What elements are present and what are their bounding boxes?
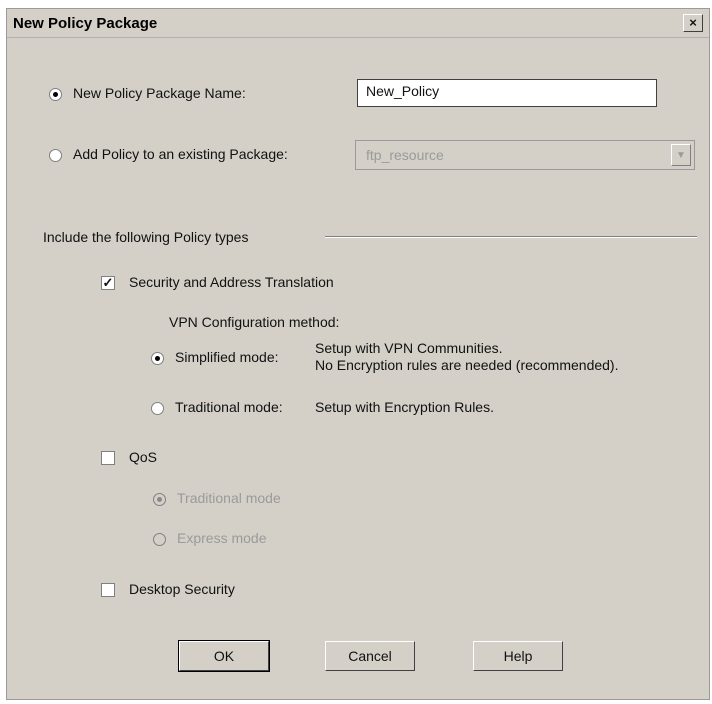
new-package-radio[interactable] (49, 88, 62, 101)
chevron-down-icon[interactable]: ▼ (671, 144, 691, 166)
new-package-label: New Policy Package Name: (73, 85, 246, 101)
cancel-button[interactable]: Cancel (325, 641, 415, 671)
existing-package-value: ftp_resource (366, 147, 444, 163)
ok-button[interactable]: OK (178, 640, 270, 672)
qos-traditional-radio[interactable] (153, 493, 166, 506)
traditional-mode-desc: Setup with Encryption Rules. (315, 399, 494, 415)
simplified-mode-label: Simplified mode: (175, 349, 279, 365)
qos-traditional-label: Traditional mode (177, 490, 281, 506)
close-icon[interactable]: × (683, 14, 703, 32)
simplified-mode-desc-1: Setup with VPN Communities. (315, 340, 503, 356)
qos-checkbox[interactable] (101, 451, 115, 465)
existing-package-label: Add Policy to an existing Package: (73, 146, 288, 162)
security-checkbox[interactable]: ✓ (101, 276, 115, 290)
security-label: Security and Address Translation (129, 274, 334, 290)
simplified-mode-desc-2: No Encryption rules are needed (recommen… (315, 357, 619, 373)
existing-package-radio[interactable] (49, 149, 62, 162)
traditional-mode-label: Traditional mode: (175, 399, 283, 415)
group-separator (325, 236, 697, 238)
title-bar[interactable]: New Policy Package × (7, 9, 709, 38)
traditional-mode-radio[interactable] (151, 402, 164, 415)
help-button[interactable]: Help (473, 641, 563, 671)
qos-label: QoS (129, 449, 158, 465)
desktop-security-label: Desktop Security (129, 581, 235, 597)
desktop-security-checkbox[interactable] (101, 583, 115, 597)
new-policy-package-dialog: New Policy Package × New Policy Package … (6, 8, 710, 700)
qos-express-label: Express mode (177, 530, 267, 546)
dialog-title: New Policy Package (13, 15, 158, 32)
vpn-method-label: VPN Configuration method: (169, 314, 340, 330)
existing-package-select[interactable]: ftp_resource ▼ (355, 140, 695, 170)
simplified-mode-radio[interactable] (151, 352, 164, 365)
qos-express-radio[interactable] (153, 533, 166, 546)
policy-types-group-label: Include the following Policy types (43, 229, 249, 245)
package-name-input[interactable]: New_Policy (357, 79, 657, 107)
